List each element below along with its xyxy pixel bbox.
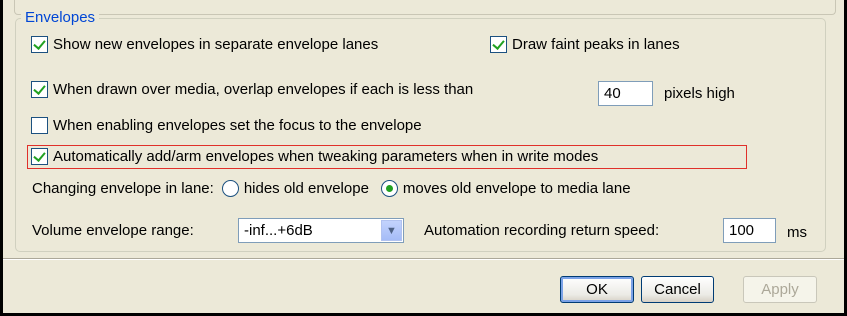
- separate-lanes-label: Show new envelopes in separate envelope …: [53, 36, 379, 53]
- auto-arm-label: Automatically add/arm envelopes when twe…: [53, 148, 599, 165]
- overlap-checkbox[interactable]: [31, 81, 48, 98]
- dialog-divider: [3, 258, 844, 260]
- return-speed-unit: ms: [787, 224, 807, 241]
- auto-arm-checkbox[interactable]: [31, 148, 48, 165]
- moves-old-envelope-radio[interactable]: [380, 180, 398, 197]
- ok-button-label: OK: [586, 281, 608, 298]
- pixels-high-label: pixels high: [664, 85, 735, 102]
- overlap-option[interactable]: When drawn over media, overlap envelopes…: [31, 81, 473, 98]
- lane-change-label: Changing envelope in lane:: [32, 180, 214, 197]
- volume-range-select[interactable]: -inf...+6dB ▼: [238, 218, 404, 243]
- faint-peaks-checkbox[interactable]: [490, 36, 507, 53]
- ok-button[interactable]: OK: [560, 276, 634, 303]
- envelopes-group-title: Envelopes: [21, 9, 100, 26]
- faint-peaks-option[interactable]: Draw faint peaks in lanes: [490, 36, 680, 53]
- return-speed-label: Automation recording return speed:: [424, 222, 660, 239]
- apply-button-label: Apply: [761, 281, 799, 298]
- lane-change-row: Changing envelope in lane: hides old env…: [32, 180, 631, 197]
- overlap-pixels-input[interactable]: 40: [598, 81, 653, 106]
- volume-range-value: -inf...+6dB: [244, 222, 313, 239]
- envelopes-group: [15, 18, 826, 252]
- auto-arm-option[interactable]: Automatically add/arm envelopes when twe…: [31, 148, 598, 165]
- cancel-button-label: Cancel: [654, 281, 701, 298]
- return-speed-input[interactable]: 100: [723, 218, 776, 243]
- hides-old-envelope-label[interactable]: hides old envelope: [244, 180, 369, 197]
- separate-lanes-checkbox[interactable]: [31, 36, 48, 53]
- hides-old-envelope-radio[interactable]: [221, 180, 239, 197]
- separate-lanes-option[interactable]: Show new envelopes in separate envelope …: [31, 36, 378, 53]
- focus-label: When enabling envelopes set the focus to…: [53, 117, 422, 134]
- focus-checkbox[interactable]: [31, 117, 48, 134]
- return-speed-value: 100: [729, 222, 755, 239]
- faint-peaks-label: Draw faint peaks in lanes: [512, 36, 680, 53]
- chevron-down-icon[interactable]: ▼: [381, 220, 402, 241]
- cancel-button[interactable]: Cancel: [641, 276, 714, 303]
- moves-old-envelope-label[interactable]: moves old envelope to media lane: [403, 180, 631, 197]
- overlap-pixels-value: 40: [604, 85, 621, 102]
- previous-group-border: [14, 0, 836, 15]
- overlap-label: When drawn over media, overlap envelopes…: [53, 81, 474, 98]
- window-frame-left: [0, 0, 3, 316]
- apply-button[interactable]: Apply: [743, 276, 817, 303]
- volume-range-label: Volume envelope range:: [32, 222, 194, 239]
- focus-option[interactable]: When enabling envelopes set the focus to…: [31, 117, 422, 134]
